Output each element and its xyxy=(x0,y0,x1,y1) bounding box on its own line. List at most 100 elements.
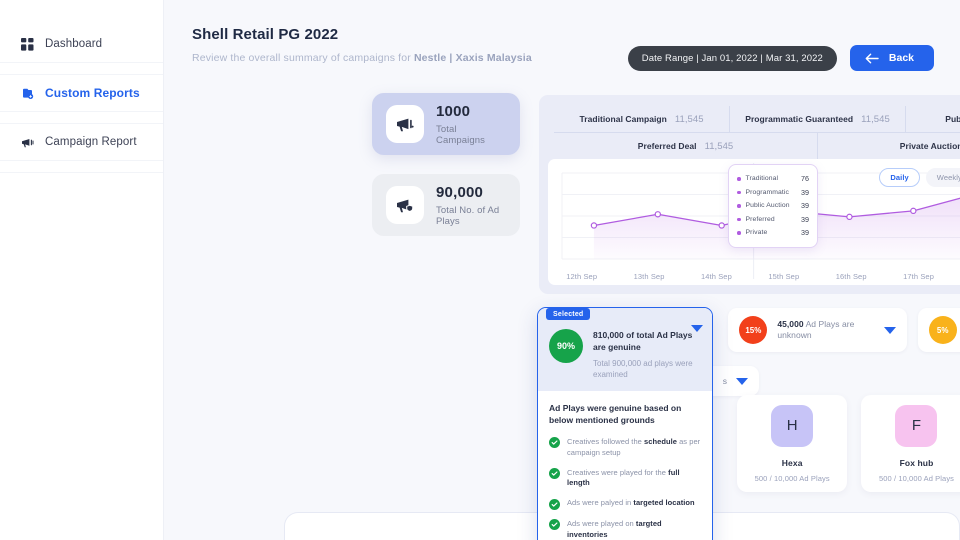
list-item: Ads were played on targted inventories xyxy=(549,519,701,540)
insight-value: 45,000 xyxy=(777,318,804,329)
list-item: Creatives were played for the full lengt… xyxy=(549,468,701,490)
check-icon xyxy=(549,498,560,510)
kpi-label: Total No. of Ad Plays xyxy=(436,204,500,227)
kpi-text: 1000 Total Campaigns xyxy=(436,103,506,146)
x-axis-tick: 17th Sep xyxy=(903,272,934,281)
page-title: Shell Retail PG 2022 xyxy=(192,26,339,43)
x-axis-tick: 14th Sep xyxy=(701,272,732,281)
avatar: H xyxy=(771,404,814,447)
avatar: F xyxy=(895,404,938,447)
campaign-type-label: Traditional Campaign xyxy=(579,114,667,124)
megaphone-icon xyxy=(20,135,34,149)
brand-name: Hexa xyxy=(781,457,803,468)
sidebar-divider-2 xyxy=(0,112,163,124)
sidebar-item-dashboard[interactable]: Dashboard xyxy=(0,26,163,63)
kpi-card-total-campaigns[interactable]: 1000 Total Campaigns xyxy=(372,93,520,155)
kpi-value: 1000 xyxy=(436,102,471,120)
popup-header-text: 810,000 of total Ad Plays are genuine To… xyxy=(593,321,701,380)
x-axis-tick: 13th Sep xyxy=(633,272,665,281)
campaign-type-traditional[interactable]: Traditional Campaign 11,545 xyxy=(554,106,729,132)
megaphone-icon xyxy=(386,105,424,143)
check-icon xyxy=(549,437,560,449)
tooltip-series-name: Traditional xyxy=(745,175,779,183)
legend-dot-icon xyxy=(737,190,741,194)
chart-x-axis-labels: 12th Sep 13th Sep 14th Sep 15th Sep 16th Sep… xyxy=(548,272,960,281)
header-actions: Date Range | Jan 01, 2022 | Mar 31, 2022… xyxy=(627,45,934,71)
ground-text: Creatives were played for the full lengt… xyxy=(567,468,701,490)
tooltip-series-name: Public Auction xyxy=(745,202,790,210)
brand-card-fox-hub[interactable]: F Fox hub 500 / 10,000 Ad Plays xyxy=(861,395,960,492)
legend-dot-icon xyxy=(737,231,741,235)
legend-dot-icon xyxy=(737,217,741,221)
grid-icon xyxy=(20,37,34,51)
brand-ad-plays: 500 / 10,000 Ad Plays xyxy=(754,473,830,483)
legend-dot-icon xyxy=(737,177,741,181)
campaign-type-public-auction[interactable]: Public Auction 11,545 xyxy=(905,106,960,132)
insight-card-unknown[interactable]: 15% 45,000 Ad Plays are unknown xyxy=(728,308,907,352)
ground-text: Ads were played on targted inventories xyxy=(567,519,701,540)
page-header: Shell Retail PG 2022 Review the overall … xyxy=(192,26,532,64)
brand-card-hexa[interactable]: H Hexa 500 / 10,000 Ad Plays xyxy=(737,395,848,492)
ground-strong: schedule xyxy=(644,436,677,446)
check-icon xyxy=(549,468,560,480)
tooltip-row: Public Auction 39 xyxy=(737,199,809,213)
popup-grounds-title: Ad Plays were genuine based on below men… xyxy=(549,403,682,426)
report-icon xyxy=(20,86,34,100)
ground-pre: Creatives followed the xyxy=(567,436,645,446)
tooltip-series-value: 39 xyxy=(801,214,809,224)
ground-text: Creatives followed the schedule as per c… xyxy=(567,437,701,459)
sidebar-item-custom-reports[interactable]: Custom Reports xyxy=(0,75,163,112)
campaign-type-row-2: Preferred Deal 11,545 Private Auction 11… xyxy=(554,133,960,159)
campaign-type-tabs: Traditional Campaign 11,545 Programmatic… xyxy=(548,104,960,159)
campaign-type-label: Programmatic Guaranteed xyxy=(745,114,854,124)
popup-title: 810,000 of total Ad Plays are genuine xyxy=(593,330,693,352)
chevron-down-icon[interactable] xyxy=(691,325,703,332)
percent-badge: 15% xyxy=(739,316,768,344)
tooltip-row: Private 39 xyxy=(737,226,809,240)
chevron-down-icon[interactable] xyxy=(883,326,896,334)
sidebar-item-label: Dashboard xyxy=(45,38,103,50)
percent-badge: 90% xyxy=(549,329,583,363)
tooltip-series-value: 76 xyxy=(801,174,809,184)
check-icon xyxy=(549,519,560,531)
tooltip-row: Preferred 39 xyxy=(737,213,809,227)
tooltip-row: Traditional 76 xyxy=(737,172,809,186)
ground-text: Ads were palyed in targeted location xyxy=(567,498,695,509)
insight-card-dubious[interactable]: 5% 45,000 of the Ad Plays are dubious xyxy=(917,308,960,352)
period-daily[interactable]: Daily xyxy=(879,168,920,187)
campaign-type-private-auction[interactable]: Private Auction 11,545 xyxy=(817,133,960,159)
chart-tooltip: Traditional 76 Programmatic 39 Public Au… xyxy=(728,164,818,248)
ground-pre: Ads were played on xyxy=(567,518,636,528)
tooltip-row: Programmatic 39 xyxy=(737,186,809,200)
chevron-down-icon[interactable] xyxy=(736,377,748,385)
kpi-text: 90,000 Total No. of Ad Plays xyxy=(436,184,506,227)
back-button-label: Back xyxy=(888,52,914,64)
ground-pre: Creatives were played for the xyxy=(567,467,669,477)
sidebar-item-campaign-report[interactable]: Campaign Report xyxy=(0,124,163,161)
kpi-label: Total Campaigns xyxy=(436,123,485,146)
x-axis-tick: 15th Sep xyxy=(768,272,800,281)
back-button[interactable]: Back xyxy=(849,45,934,71)
ground-pre: Ads were palyed in xyxy=(567,498,634,508)
sidebar-item-label: Campaign Report xyxy=(45,136,137,148)
page-subtitle: Review the overall summary of campaigns … xyxy=(192,52,532,64)
campaign-type-preferred-deal[interactable]: Preferred Deal 11,545 xyxy=(554,133,817,159)
kpi-card-total-ad-plays[interactable]: 90,000 Total No. of Ad Plays xyxy=(372,174,520,236)
tooltip-series-value: 39 xyxy=(801,228,809,238)
period-weekly[interactable]: Weekly xyxy=(925,168,960,187)
campaign-type-value: 11,545 xyxy=(674,113,704,125)
x-axis-tick: 12th Sep xyxy=(566,272,598,281)
campaign-type-label: Private Auction xyxy=(899,141,960,151)
popup-subtitle: Total 900,000 ad plays were examined xyxy=(593,358,693,379)
list-item: Ads were palyed in targeted location xyxy=(549,498,701,510)
brand-ad-plays: 500 / 10,000 Ad Plays xyxy=(878,473,955,483)
campaign-type-value: 11,545 xyxy=(704,140,734,152)
tooltip-series-name: Preferred xyxy=(745,215,775,223)
campaign-type-label: Preferred Deal xyxy=(637,141,697,151)
date-range-pill[interactable]: Date Range | Jan 01, 2022 | Mar 31, 2022 xyxy=(627,45,837,71)
percent-badge: 5% xyxy=(928,316,957,344)
tooltip-series-value: 39 xyxy=(801,187,809,197)
chart-panel: Traditional Campaign 11,545 Programmatic… xyxy=(539,95,960,294)
campaign-type-programmatic[interactable]: Programmatic Guaranteed 11,545 xyxy=(729,106,905,132)
list-item: Creatives followed the schedule as per c… xyxy=(549,437,701,459)
